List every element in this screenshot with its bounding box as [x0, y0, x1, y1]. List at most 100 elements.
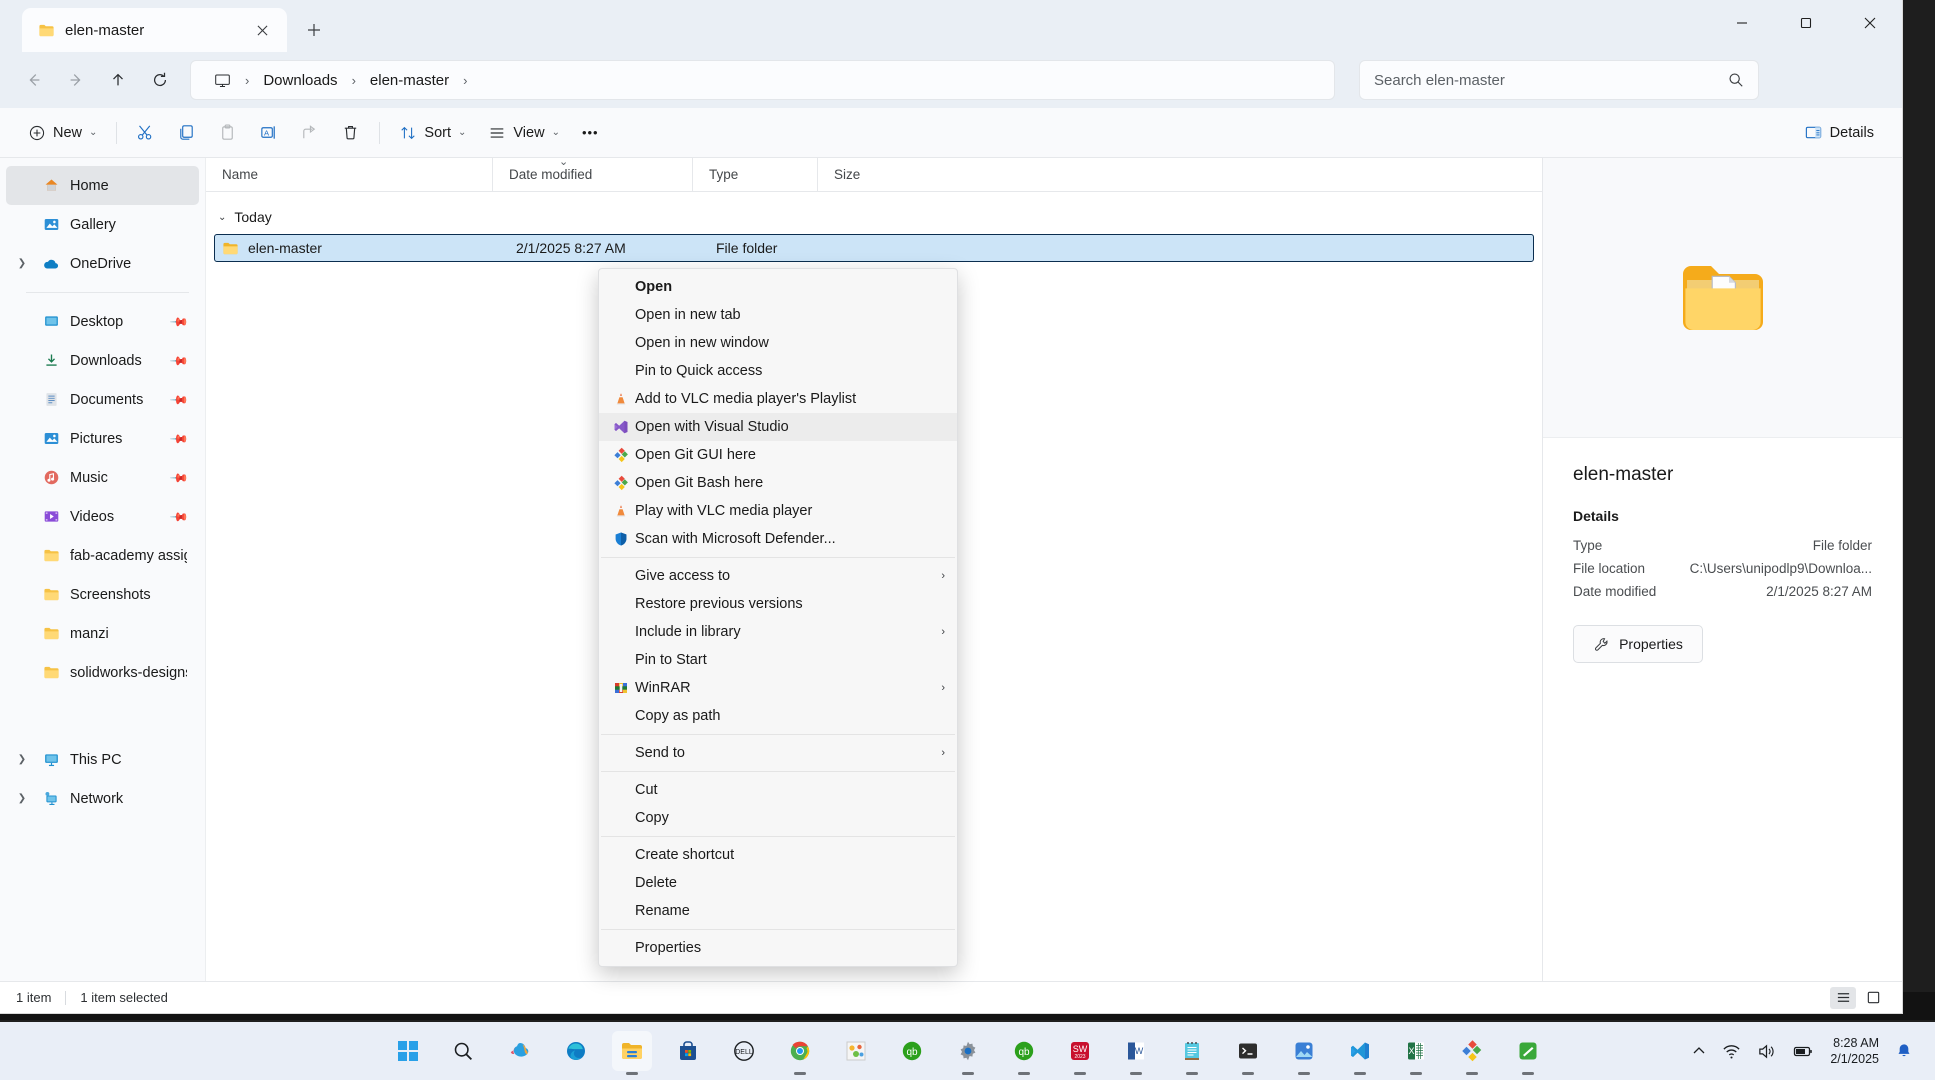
- chevron-right-icon[interactable]: ❯: [12, 793, 32, 804]
- sidebar-item-videos[interactable]: Videos 📌: [6, 497, 199, 536]
- battery-icon[interactable]: [1792, 1040, 1814, 1062]
- maximize-icon[interactable]: [1774, 0, 1838, 46]
- context-menu-item-give-access-to[interactable]: Give access to ›: [599, 562, 957, 590]
- pin-icon[interactable]: 📌: [169, 506, 189, 526]
- context-menu-item-send-to[interactable]: Send to ›: [599, 739, 957, 767]
- context-menu-item-winrar[interactable]: WinRAR ›: [599, 674, 957, 702]
- settings-button[interactable]: [948, 1031, 988, 1075]
- sidebar-item-documents[interactable]: Documents 📌: [6, 380, 199, 419]
- dell-button[interactable]: DELL: [724, 1031, 764, 1071]
- context-menu-item-include-in-library[interactable]: Include in library ›: [599, 618, 957, 646]
- kicad-button[interactable]: [1508, 1031, 1548, 1075]
- sidebar-item-onedrive[interactable]: ❯ OneDrive: [6, 244, 199, 283]
- sidebar-item-screenshots[interactable]: Screenshots: [6, 575, 199, 614]
- start-button[interactable]: [388, 1031, 428, 1071]
- context-menu-item-rename[interactable]: Rename: [599, 897, 957, 925]
- context-menu-item-play-with-vlc[interactable]: Play with VLC media player: [599, 497, 957, 525]
- breadcrumb-item-elen-master[interactable]: elen-master: [361, 68, 458, 93]
- chevron-down-icon[interactable]: ⌄: [218, 212, 226, 223]
- large-icons-view-icon[interactable]: [1860, 987, 1886, 1009]
- context-menu[interactable]: Open Open in new tab Open in new window …: [598, 268, 958, 967]
- delete-button[interactable]: [331, 115, 370, 151]
- vscode-button[interactable]: [1340, 1031, 1380, 1075]
- context-menu-item-add-to-vlc-playlist[interactable]: Add to VLC media player's Playlist: [599, 385, 957, 413]
- sidebar-item-network[interactable]: ❯ Network: [6, 779, 199, 818]
- minimize-icon[interactable]: [1710, 0, 1774, 46]
- pin-icon[interactable]: 📌: [169, 389, 189, 409]
- search-button[interactable]: [444, 1031, 484, 1071]
- context-menu-item-open-git-gui-here[interactable]: Open Git GUI here: [599, 441, 957, 469]
- excel-button[interactable]: X: [1396, 1031, 1436, 1075]
- cut-button[interactable]: [126, 115, 165, 151]
- chevron-right-icon[interactable]: ❯: [12, 754, 32, 765]
- copy-button[interactable]: [167, 115, 206, 151]
- pin-icon[interactable]: 📌: [169, 428, 189, 448]
- word-button[interactable]: W: [1116, 1031, 1156, 1075]
- context-menu-item-open-in-new-window[interactable]: Open in new window: [599, 329, 957, 357]
- quickbooks-2-button[interactable]: qb: [1004, 1031, 1044, 1075]
- sidebar-item-music[interactable]: Music 📌: [6, 458, 199, 497]
- up-arrow-icon[interactable]: [98, 60, 138, 100]
- column-header-type[interactable]: Type: [692, 158, 817, 191]
- pin-icon[interactable]: 📌: [169, 467, 189, 487]
- context-menu-item-copy-as-path[interactable]: Copy as path: [599, 702, 957, 730]
- details-pane-button[interactable]: Details: [1794, 115, 1884, 151]
- photos-2-button[interactable]: [1284, 1031, 1324, 1075]
- context-menu-item-open-in-new-tab[interactable]: Open in new tab: [599, 301, 957, 329]
- edge-button[interactable]: [556, 1031, 596, 1071]
- terminal-button[interactable]: [1228, 1031, 1268, 1075]
- sidebar-item-manzi[interactable]: manzi: [6, 614, 199, 653]
- quickbooks-button[interactable]: qb: [892, 1031, 932, 1071]
- notepad-button[interactable]: [1172, 1031, 1212, 1075]
- context-menu-item-pin-to-quick-access[interactable]: Pin to Quick access: [599, 357, 957, 385]
- context-menu-item-cut[interactable]: Cut: [599, 776, 957, 804]
- close-icon[interactable]: [1838, 0, 1902, 46]
- clock[interactable]: 8:28 AM 2/1/2025: [1830, 1035, 1879, 1067]
- chevron-right-icon[interactable]: ❯: [12, 258, 32, 269]
- table-row[interactable]: elen-master 2/1/2025 8:27 AM File folder: [214, 234, 1534, 262]
- sort-button[interactable]: Sort ⌄: [389, 115, 476, 151]
- solidworks-button[interactable]: SW 2023: [1060, 1031, 1100, 1075]
- chrome-button[interactable]: [780, 1031, 820, 1075]
- column-header-date-modified[interactable]: ⌄ Date modified: [492, 156, 692, 191]
- sidebar-item-fab-academy-assign[interactable]: fab-academy assign: [6, 536, 199, 575]
- context-menu-item-open[interactable]: Open: [599, 273, 957, 301]
- context-menu-item-scan-with-defender[interactable]: Scan with Microsoft Defender...: [599, 525, 957, 553]
- details-view-icon[interactable]: [1830, 986, 1856, 1009]
- pin-icon[interactable]: 📌: [169, 350, 189, 370]
- back-arrow-icon[interactable]: [14, 60, 54, 100]
- sidebar-item-home[interactable]: Home: [6, 166, 199, 205]
- copilot-button[interactable]: [500, 1031, 540, 1071]
- context-menu-item-open-git-bash-here[interactable]: Open Git Bash here: [599, 469, 957, 497]
- sidebar-item-desktop[interactable]: Desktop 📌: [6, 302, 199, 341]
- wifi-icon[interactable]: [1722, 1042, 1741, 1061]
- column-header-name[interactable]: Name: [206, 158, 492, 191]
- context-menu-item-create-shortcut[interactable]: Create shortcut: [599, 841, 957, 869]
- search-icon[interactable]: [1728, 72, 1744, 88]
- paste-button[interactable]: [208, 115, 247, 151]
- speaker-icon[interactable]: [1757, 1042, 1776, 1061]
- group-header-today[interactable]: ⌄ Today: [206, 200, 1542, 234]
- forward-arrow-icon[interactable]: [56, 60, 96, 100]
- sidebar-item-downloads[interactable]: Downloads 📌: [6, 341, 199, 380]
- breadcrumb[interactable]: › Downloads › elen-master ›: [190, 60, 1335, 100]
- context-menu-item-open-with-visual-studio[interactable]: Open with Visual Studio: [599, 413, 957, 441]
- show-hidden-icons-button[interactable]: [1692, 1044, 1706, 1058]
- tab-elen-master[interactable]: elen-master: [22, 8, 287, 52]
- breadcrumb-item-downloads[interactable]: Downloads: [254, 68, 346, 93]
- pin-icon[interactable]: 📌: [169, 311, 189, 331]
- file-explorer-button[interactable]: [611, 1031, 652, 1075]
- git-button[interactable]: [1452, 1031, 1492, 1075]
- context-menu-item-restore-previous-versions[interactable]: Restore previous versions: [599, 590, 957, 618]
- plus-icon[interactable]: [299, 15, 329, 45]
- context-menu-item-properties[interactable]: Properties: [599, 934, 957, 962]
- more-options-button[interactable]: •••: [572, 115, 609, 151]
- context-menu-item-copy[interactable]: Copy: [599, 804, 957, 832]
- sidebar-item-gallery[interactable]: Gallery: [6, 205, 199, 244]
- close-icon[interactable]: [247, 15, 277, 45]
- sidebar-item-pictures[interactable]: Pictures 📌: [6, 419, 199, 458]
- context-menu-item-pin-to-start[interactable]: Pin to Start: [599, 646, 957, 674]
- view-button[interactable]: View ⌄: [478, 115, 570, 151]
- this-pc-icon[interactable]: [205, 68, 240, 93]
- sidebar-item-this-pc[interactable]: ❯ This PC: [6, 740, 199, 779]
